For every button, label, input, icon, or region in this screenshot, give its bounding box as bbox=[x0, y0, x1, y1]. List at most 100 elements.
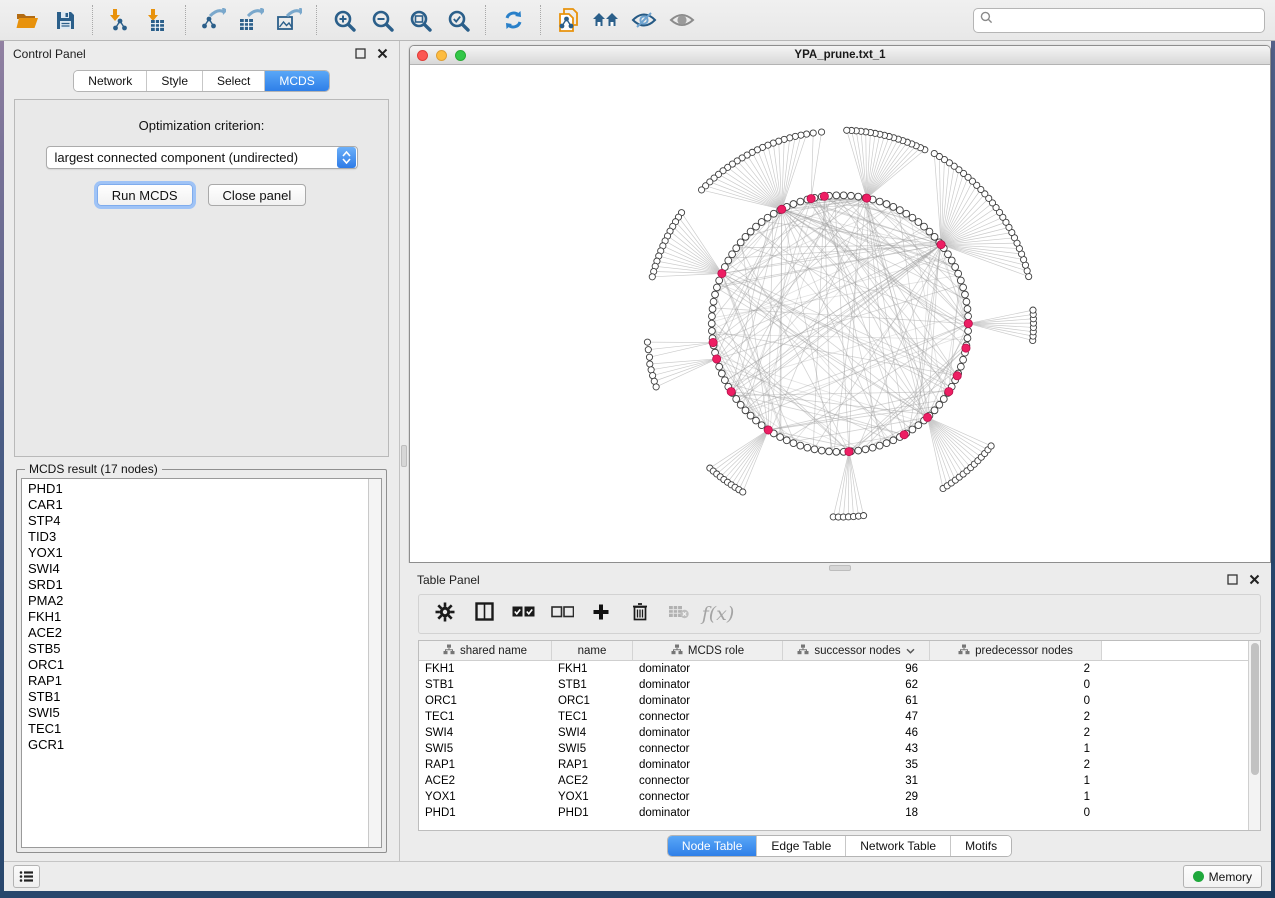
export-image-button[interactable] bbox=[272, 4, 306, 36]
result-list-item[interactable]: SRD1 bbox=[28, 577, 368, 593]
result-list-item[interactable]: ACE2 bbox=[28, 625, 368, 641]
mcds-node[interactable] bbox=[713, 355, 721, 363]
mcds-node[interactable] bbox=[900, 431, 908, 439]
open-file-button[interactable] bbox=[10, 4, 44, 36]
tab-edge-table[interactable]: Edge Table bbox=[757, 836, 846, 856]
table-row[interactable]: SWI4SWI4dominator462 bbox=[419, 725, 1248, 741]
result-list-scrollbar[interactable] bbox=[368, 479, 381, 847]
column-header-successor-nodes[interactable]: successor nodes bbox=[783, 641, 930, 661]
import-table-button[interactable] bbox=[141, 4, 175, 36]
tab-select[interactable]: Select bbox=[203, 71, 265, 91]
close-table-panel-icon[interactable] bbox=[1246, 573, 1262, 587]
result-list-item[interactable]: TID3 bbox=[28, 529, 368, 545]
table-row[interactable]: STB1STB1dominator620 bbox=[419, 677, 1248, 693]
run-mcds-button[interactable]: Run MCDS bbox=[97, 184, 193, 206]
float-panel-icon[interactable] bbox=[352, 47, 368, 61]
tab-style[interactable]: Style bbox=[147, 71, 203, 91]
table-row[interactable]: RAP1RAP1dominator352 bbox=[419, 757, 1248, 773]
mcds-node[interactable] bbox=[863, 194, 871, 202]
search-input[interactable] bbox=[997, 13, 1258, 27]
close-panel-icon[interactable] bbox=[374, 47, 390, 61]
mcds-node[interactable] bbox=[945, 387, 953, 395]
mcds-node[interactable] bbox=[778, 205, 786, 213]
mcds-node[interactable] bbox=[709, 338, 717, 346]
result-list-item[interactable]: PMA2 bbox=[28, 593, 368, 609]
zoom-selected-button[interactable] bbox=[441, 4, 475, 36]
table-scrollbar[interactable] bbox=[1248, 641, 1260, 830]
result-list-item[interactable]: RAP1 bbox=[28, 673, 368, 689]
zoom-in-button[interactable] bbox=[327, 4, 361, 36]
table-row[interactable]: ORC1ORC1dominator610 bbox=[419, 693, 1248, 709]
deselect-all-checkboxes-button[interactable] bbox=[546, 598, 578, 630]
result-list-item[interactable]: SWI5 bbox=[28, 705, 368, 721]
zoom-out-button[interactable] bbox=[365, 4, 399, 36]
float-table-panel-icon[interactable] bbox=[1224, 573, 1240, 587]
result-list-item[interactable]: PHD1 bbox=[28, 481, 368, 497]
tab-motifs[interactable]: Motifs bbox=[951, 836, 1011, 856]
tab-network[interactable]: Network bbox=[74, 71, 147, 91]
result-list-item[interactable]: ORC1 bbox=[28, 657, 368, 673]
network-canvas[interactable] bbox=[410, 65, 1270, 562]
mcds-node[interactable] bbox=[718, 269, 726, 277]
result-list-item[interactable]: TEC1 bbox=[28, 721, 368, 737]
mcds-node[interactable] bbox=[764, 426, 772, 434]
mcds-node[interactable] bbox=[727, 387, 735, 395]
hide-selected-eye-button[interactable] bbox=[627, 4, 661, 36]
memory-button[interactable]: Memory bbox=[1183, 865, 1262, 888]
table-cell: STB1 bbox=[552, 677, 633, 693]
select-all-checkboxes-button[interactable] bbox=[507, 598, 539, 630]
mcds-result-list[interactable]: PHD1CAR1STP4TID3YOX1SWI4SRD1PMA2FKH1ACE2… bbox=[21, 478, 382, 848]
home-network-button[interactable] bbox=[589, 4, 623, 36]
import-network-button[interactable] bbox=[103, 4, 137, 36]
mcds-node[interactable] bbox=[820, 192, 828, 200]
delete-row-button[interactable] bbox=[624, 598, 656, 630]
search-box[interactable] bbox=[973, 8, 1265, 33]
column-header-MCDS-role[interactable]: MCDS role bbox=[633, 641, 783, 661]
column-header-predecessor-nodes[interactable]: predecessor nodes bbox=[930, 641, 1102, 661]
table-row[interactable]: YOX1YOX1connector291 bbox=[419, 789, 1248, 805]
add-row-button[interactable] bbox=[585, 598, 617, 630]
network-window-titlebar[interactable]: YPA_prune.txt_1 bbox=[410, 46, 1270, 65]
result-list-item[interactable]: STB5 bbox=[28, 641, 368, 657]
column-header-shared-name[interactable]: shared name bbox=[419, 641, 552, 661]
mcds-node[interactable] bbox=[964, 319, 972, 327]
result-list-item[interactable]: CAR1 bbox=[28, 497, 368, 513]
result-list-item[interactable]: SWI4 bbox=[28, 561, 368, 577]
mcds-node[interactable] bbox=[923, 413, 931, 421]
show-columns-button[interactable] bbox=[468, 598, 500, 630]
table-row[interactable]: SWI5SWI5connector431 bbox=[419, 741, 1248, 757]
mcds-node[interactable] bbox=[953, 372, 961, 380]
show-selected-eye-button[interactable] bbox=[665, 4, 699, 36]
export-network-button[interactable] bbox=[196, 4, 230, 36]
result-list-item[interactable]: STB1 bbox=[28, 689, 368, 705]
close-panel-button[interactable]: Close panel bbox=[208, 184, 307, 206]
table-row[interactable]: TEC1TEC1connector472 bbox=[419, 709, 1248, 725]
result-list-item[interactable]: STP4 bbox=[28, 513, 368, 529]
optimization-criterion-select[interactable]: largest connected component (undirected) bbox=[46, 146, 358, 169]
vertical-splitter[interactable] bbox=[400, 41, 408, 861]
mcds-node[interactable] bbox=[807, 194, 815, 202]
result-list-item[interactable]: YOX1 bbox=[28, 545, 368, 561]
task-history-button[interactable] bbox=[13, 865, 40, 888]
mcds-node[interactable] bbox=[845, 447, 853, 455]
zoom-fit-button[interactable] bbox=[403, 4, 437, 36]
result-list-item[interactable]: FKH1 bbox=[28, 609, 368, 625]
tab-network-table[interactable]: Network Table bbox=[846, 836, 951, 856]
export-network-document-button[interactable] bbox=[551, 4, 585, 36]
tab-mcds[interactable]: MCDS bbox=[265, 71, 328, 91]
mcds-node[interactable] bbox=[962, 344, 970, 352]
splitter-handle[interactable] bbox=[401, 445, 407, 467]
mcds-node[interactable] bbox=[937, 240, 945, 248]
export-table-button[interactable] bbox=[234, 4, 268, 36]
table-scrollbar-thumb[interactable] bbox=[1251, 643, 1259, 775]
table-row[interactable]: FKH1FKH1dominator962 bbox=[419, 661, 1248, 677]
result-list-item[interactable]: GCR1 bbox=[28, 737, 368, 753]
refresh-button[interactable] bbox=[496, 4, 530, 36]
column-header-name[interactable]: name bbox=[552, 641, 633, 661]
horizontal-splitter-handle[interactable] bbox=[829, 565, 851, 571]
tab-node-table[interactable]: Node Table bbox=[668, 836, 758, 856]
save-session-button[interactable] bbox=[48, 4, 82, 36]
table-row[interactable]: ACE2ACE2connector311 bbox=[419, 773, 1248, 789]
settings-gear-button[interactable] bbox=[429, 598, 461, 630]
table-row[interactable]: PHD1PHD1dominator180 bbox=[419, 805, 1248, 821]
